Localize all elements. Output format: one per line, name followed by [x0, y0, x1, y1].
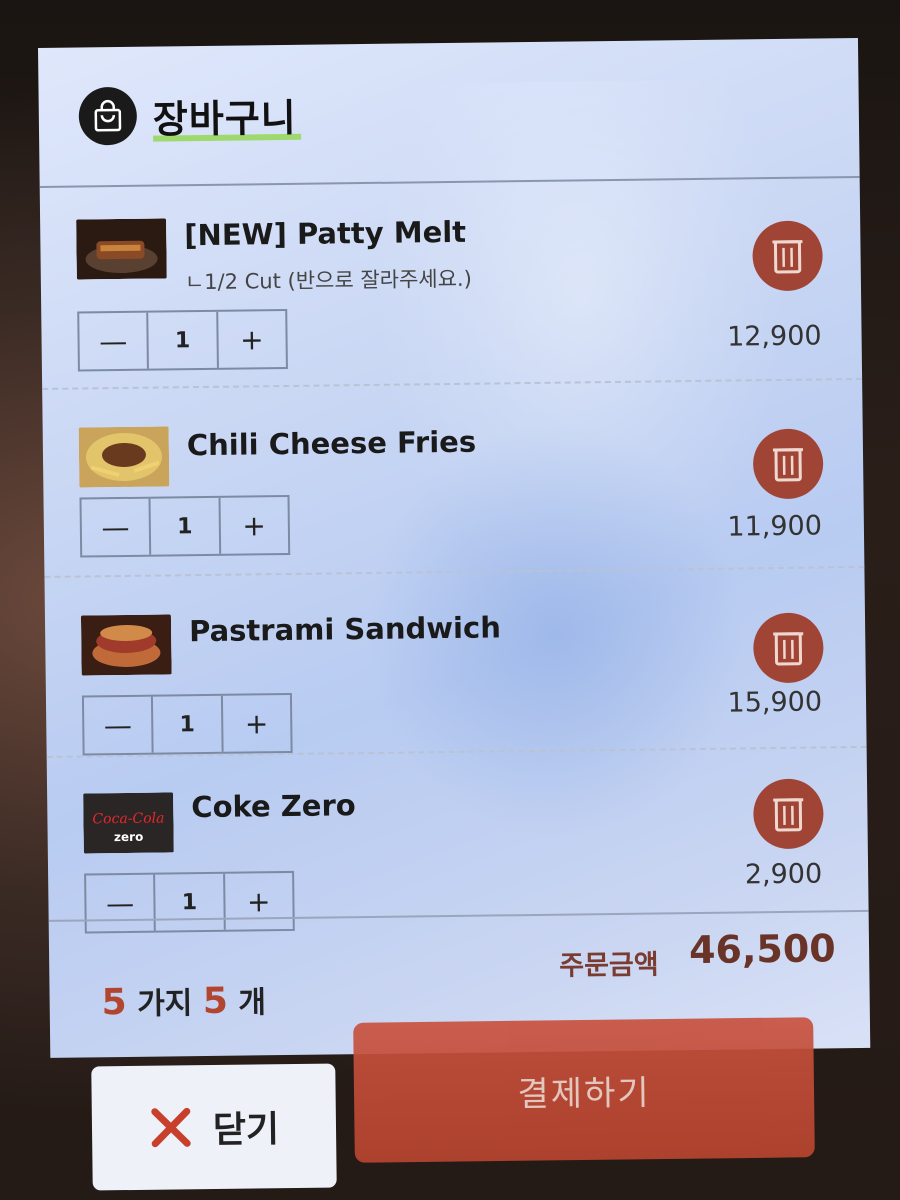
- items-count: 5: [202, 980, 229, 1023]
- page-title: 장바구니: [152, 86, 297, 143]
- total-amount: 46,500: [688, 926, 836, 973]
- item-price: 15,900: [727, 686, 823, 719]
- checkout-button-label: 결제하기: [517, 1072, 651, 1115]
- increase-button[interactable]: +: [222, 872, 293, 930]
- items-label: 개: [238, 985, 267, 1021]
- coke-zero-image: Coca-Cola zero: [83, 792, 174, 854]
- quantity-stepper: — 1 +: [77, 308, 288, 372]
- increase-button[interactable]: +: [215, 310, 286, 368]
- delete-item-button[interactable]: [752, 612, 824, 684]
- decrease-button[interactable]: —: [84, 697, 152, 754]
- item-price: 11,900: [727, 510, 823, 543]
- checkout-button[interactable]: 결제하기: [353, 1017, 815, 1163]
- item-divider: [42, 377, 863, 390]
- delete-item-button[interactable]: [752, 428, 824, 500]
- item-option: ㄴ1/2 Cut (반으로 잘라주세요.): [184, 266, 472, 295]
- item-name: [NEW] Patty Melt: [184, 214, 467, 253]
- coke-zero-logo-text: zero: [114, 830, 143, 844]
- pastrami-sandwich-image: [80, 614, 172, 676]
- item-price: 12,900: [726, 320, 822, 353]
- decrease-button[interactable]: —: [79, 313, 147, 370]
- quantity-value: 1: [146, 311, 217, 369]
- quantity-value: 1: [153, 873, 224, 931]
- cart-screen: 장바구니 [NEW] Patty Melt ㄴ1/2 Cut (반으로 잘라주세…: [38, 37, 871, 1058]
- quantity-stepper: — 1 +: [84, 870, 295, 934]
- shopping-bag-icon: [78, 86, 138, 146]
- item-name: Coke Zero: [191, 788, 356, 825]
- decrease-button[interactable]: —: [86, 875, 154, 932]
- increase-button[interactable]: +: [220, 694, 291, 752]
- quantity-value: 1: [148, 497, 219, 555]
- decrease-button[interactable]: —: [82, 499, 150, 556]
- trash-icon: [772, 448, 803, 482]
- trash-icon: [772, 240, 803, 274]
- close-button-label: 닫기: [212, 1109, 280, 1152]
- cart-item-pastrami-sandwich: Pastrami Sandwich — 1 + 15,900: [80, 576, 833, 765]
- cart-item-count: 5 가지 5 개: [101, 977, 267, 1024]
- close-icon: [151, 1107, 191, 1148]
- item-name: Chili Cheese Fries: [186, 424, 477, 463]
- patty-melt-image: [76, 218, 167, 280]
- quantity-value: 1: [151, 695, 222, 753]
- delete-item-button[interactable]: [752, 220, 824, 292]
- quantity-stepper: — 1 +: [79, 494, 291, 558]
- coke-brand-logo-text: Coca-Cola: [92, 811, 164, 828]
- kinds-label: 가지: [136, 986, 193, 1022]
- item-price: 2,900: [744, 858, 823, 891]
- cart-item-chili-cheese-fries: Chili Cheese Fries — 1 + 11,900: [78, 388, 830, 577]
- increase-button[interactable]: +: [218, 496, 289, 554]
- item-name: Pastrami Sandwich: [188, 610, 502, 649]
- trash-icon: [773, 632, 804, 666]
- chili-cheese-fries-image: [78, 426, 170, 488]
- trash-icon: [773, 798, 804, 832]
- kinds-count: 5: [101, 981, 127, 1024]
- cart-header: 장바구니: [38, 37, 860, 188]
- delete-item-button[interactable]: [752, 778, 824, 850]
- quantity-stepper: — 1 +: [81, 692, 293, 756]
- cart-item-patty-melt: [NEW] Patty Melt ㄴ1/2 Cut (반으로 잘라주세요.) —…: [76, 180, 828, 372]
- close-button[interactable]: 닫기: [91, 1063, 337, 1191]
- total-label: 주문금액: [559, 949, 659, 982]
